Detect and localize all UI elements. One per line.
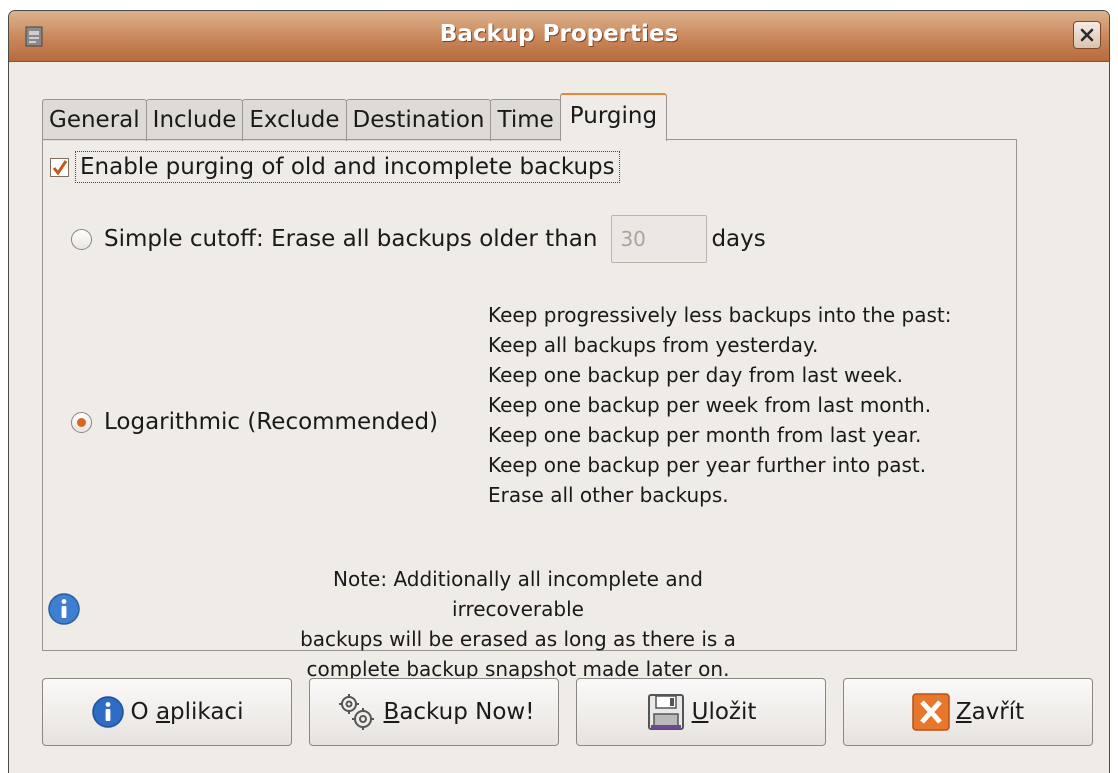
simple-cutoff-radio[interactable] [71,228,92,250]
description-line: Keep one backup per week from last month… [488,393,932,417]
tab-exclude[interactable]: Exclude [242,99,347,141]
simple-cutoff-label[interactable]: Simple cutoff: Erase all backups older t… [104,226,597,252]
tab-bar: General Include Exclude Destination Time… [42,93,668,141]
tab-include[interactable]: Include [145,99,244,141]
window-close-button[interactable] [1073,21,1101,49]
window-title: Backup Properties [439,21,679,47]
note-line: backups will be erased as long as there … [300,627,736,651]
about-button[interactable]: O aplikaci [42,678,292,746]
description-line: Keep one backup per day from last week. [488,363,903,387]
close-button-label: Zavřít [955,699,1025,725]
enable-purging-row[interactable]: Enable purging of old and incomplete bac… [50,150,620,184]
title-bar[interactable]: Backup Properties [9,11,1109,62]
logarithmic-radio[interactable] [71,411,92,433]
tab-general[interactable]: General [42,99,147,141]
save-button-label: Uložit [691,699,757,725]
save-button[interactable]: Uložit [576,678,826,746]
backup-properties-window: Backup Properties General Include Exclud… [8,10,1110,773]
enable-purging-checkbox[interactable] [50,157,69,177]
purging-panel: Enable purging of old and incomplete bac… [42,139,1017,681]
description-line: Keep one backup per month from last year… [488,423,922,447]
info-icon [91,696,124,728]
days-unit-label: days [711,226,766,252]
close-icon [1080,28,1094,42]
checkmark-icon [52,159,68,176]
backup-now-button[interactable]: Backup Now! [309,678,559,746]
tab-destination[interactable]: Destination [345,99,492,141]
gears-icon [338,694,374,730]
note-text: Note: Additionally all incomplete and ir… [273,564,763,684]
days-spin-input[interactable]: 30 [611,215,708,263]
tab-purging[interactable]: Purging [559,93,668,141]
floppy-disk-icon [647,694,684,730]
info-icon [48,593,80,625]
description-line: Keep all backups from yesterday. [488,333,819,357]
description-line: Erase all other backups. [488,483,729,507]
tab-time[interactable]: Time [490,99,561,141]
close-x-icon [912,693,950,731]
enable-purging-label[interactable]: Enable purging of old and incomplete bac… [75,151,620,183]
logarithmic-label[interactable]: Logarithmic (Recommended) [104,409,438,435]
note-line: Note: Additionally all incomplete and ir… [333,567,703,621]
close-button[interactable]: Zavřít [843,678,1093,746]
description-line: Keep progressively less backups into the… [488,303,952,327]
logarithmic-row: Logarithmic (Recommended) [71,404,438,440]
about-button-label: O aplikaci [130,699,244,725]
description-line: Keep one backup per year further into pa… [488,453,927,477]
simple-cutoff-row: Simple cutoff: Erase all backups older t… [71,214,766,264]
logarithmic-description: Keep progressively less backups into the… [488,300,952,510]
backup-now-label: Backup Now! [383,699,535,725]
